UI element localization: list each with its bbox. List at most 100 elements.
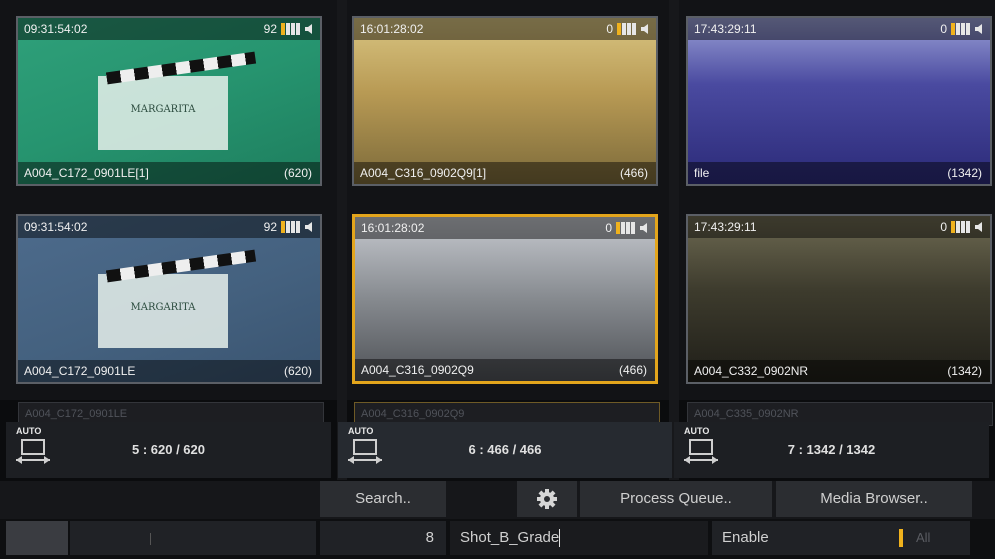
clip-name-bar: A004_C172_0901LE (620)	[18, 360, 320, 382]
clip-name-bar: A004_C332_0902NR (1342)	[688, 360, 990, 382]
enable-label: Enable	[722, 529, 769, 546]
media-browser-button[interactable]: Media Browser..	[776, 481, 972, 517]
column-separator	[337, 0, 347, 480]
auto-label: AUTO	[348, 426, 374, 436]
clip-name-bar: A004_C316_0902Q9[1] (466)	[354, 162, 656, 184]
shot-number[interactable]: 8	[320, 521, 446, 555]
timecode-bar: 09:31:54:02 92	[18, 216, 320, 238]
speaker-icon	[975, 222, 982, 232]
audio-level: 0	[605, 217, 649, 239]
clip-thumbnail[interactable]: MARGARITA 09:31:54:02 92 A004_C172_0901LE (6…	[16, 214, 322, 384]
frame-count: (466)	[619, 166, 648, 180]
shot-name-value: Shot_B_Grade	[460, 529, 560, 546]
auto-label: AUTO	[684, 426, 710, 436]
timecode: 09:31:54:02	[24, 22, 88, 36]
audio-level: 0	[940, 216, 984, 238]
timecode: 16:01:28:02	[361, 221, 425, 235]
auto-advance-button[interactable]: AUTO	[346, 426, 386, 470]
timecode: 16:01:28:02	[360, 22, 424, 36]
status-bar: 8 Shot_B_Grade Enable All	[0, 519, 995, 559]
enable-toggle[interactable]: Enable All	[712, 521, 970, 555]
clip-thumbnail[interactable]: 17:43:29:11 0 file (1342)	[686, 16, 992, 186]
level-meter-icon	[617, 23, 636, 35]
level-value: 0	[606, 22, 613, 36]
column-nav-2[interactable]: 6 : 466 / 466 AUTO	[338, 422, 672, 478]
text-cursor	[559, 529, 561, 548]
clip-name: file	[694, 166, 710, 180]
clip-name: A004_C172_0901LE[1]	[24, 166, 149, 180]
level-value: 92	[263, 22, 277, 36]
level-value: 0	[940, 22, 947, 36]
speaker-icon	[640, 223, 647, 233]
clip-name: A004_C332_0902NR	[694, 364, 809, 378]
timecode: 17:43:29:11	[694, 22, 757, 36]
audio-level: 92	[264, 216, 314, 238]
enable-indicator	[899, 529, 903, 547]
settings-button[interactable]	[517, 481, 577, 517]
clip-preview-image	[688, 18, 990, 184]
clip-name-bar: A004_C316_0902Q9 (466)	[355, 359, 655, 381]
frame-count: (466)	[618, 363, 647, 377]
speaker-icon	[641, 24, 648, 34]
frame-count: (620)	[283, 364, 312, 378]
divider	[150, 533, 151, 545]
shot-name-field[interactable]: Shot_B_Grade	[450, 521, 708, 555]
clip-preview-image: MARGARITA	[18, 216, 320, 382]
timecode: 17:43:29:11	[694, 220, 757, 234]
column-nav-1[interactable]: 5 : 620 / 620 AUTO	[6, 422, 331, 478]
clip-name-bar: A004_C172_0901LE[1] (620)	[18, 162, 320, 184]
status-cell	[70, 521, 316, 555]
clip-counter: 5 : 620 / 620	[132, 442, 205, 457]
clip-name-bar: file (1342)	[688, 162, 990, 184]
clip-preview-image	[354, 18, 656, 184]
level-meter-icon	[616, 222, 635, 234]
timecode-bar: 17:43:29:11 0	[688, 216, 990, 238]
level-meter-icon	[281, 221, 300, 233]
auto-advance-button[interactable]: AUTO	[14, 426, 54, 470]
clip-thumbnail[interactable]: 16:01:28:02 0 A004_C316_0902Q9[1] (466)	[352, 16, 658, 186]
slate-text: MARGARITA	[130, 302, 196, 313]
audio-level: 0	[606, 18, 650, 40]
timecode-bar: 16:01:28:02 0	[354, 18, 656, 40]
frame-count: (1342)	[947, 364, 982, 378]
auto-label: AUTO	[16, 426, 42, 436]
speaker-icon	[305, 222, 312, 232]
peek-label: A004_C172_0901LE	[25, 408, 128, 420]
clip-preview-image	[688, 216, 990, 382]
clip-thumbnail[interactable]: 17:43:29:11 0 A004_C332_0902NR (1342)	[686, 214, 992, 384]
column-nav-3[interactable]: 7 : 1342 / 1342 AUTO	[674, 422, 989, 478]
level-value: 0	[940, 220, 947, 234]
peek-label: A004_C316_0902Q9	[361, 408, 465, 420]
all-label: All	[916, 530, 931, 545]
clip-preview-image	[355, 217, 655, 381]
timecode-bar: 16:01:28:02 0	[355, 217, 655, 239]
audio-level: 92	[264, 18, 314, 40]
level-value: 0	[605, 221, 612, 235]
status-cell	[6, 521, 68, 555]
audio-level: 0	[940, 18, 984, 40]
clip-thumbnail[interactable]: 16:01:28:02 0 A004_C316_0902Q9 (466)	[352, 214, 658, 384]
clip-name: A004_C172_0901LE	[24, 364, 136, 378]
timecode-bar: 17:43:29:11 0	[688, 18, 990, 40]
search-button[interactable]: Search..	[320, 481, 446, 517]
timecode: 09:31:54:02	[24, 220, 88, 234]
clip-counter: 6 : 466 / 466	[468, 442, 542, 457]
level-meter-icon	[281, 23, 300, 35]
timecode-bar: 09:31:54:02 92	[18, 18, 320, 40]
level-meter-icon	[951, 23, 970, 35]
speaker-icon	[305, 24, 312, 34]
clip-thumbnail[interactable]: MARGARITA 09:31:54:02 92 A004_C172_0901LE[1…	[16, 16, 322, 186]
frame-count: (620)	[283, 166, 312, 180]
process-queue-button[interactable]: Process Queue..	[580, 481, 772, 517]
auto-advance-button[interactable]: AUTO	[682, 426, 722, 470]
slate-text: MARGARITA	[130, 104, 196, 115]
clip-preview-image: MARGARITA	[18, 18, 320, 184]
bottom-toolbar: Search.. Process Queue.. Media Browser..	[0, 481, 995, 519]
level-value: 92	[263, 220, 277, 234]
gear-icon	[537, 489, 557, 509]
clip-name: A004_C316_0902Q9[1]	[360, 166, 487, 180]
column-separator	[669, 0, 679, 480]
level-meter-icon	[951, 221, 970, 233]
speaker-icon	[975, 24, 982, 34]
frame-count: (1342)	[947, 166, 982, 180]
